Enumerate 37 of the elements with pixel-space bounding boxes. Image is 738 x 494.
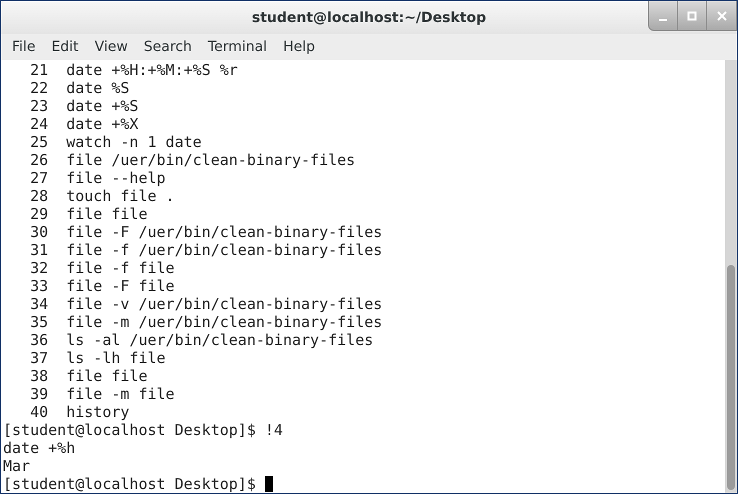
terminal-line: 26 file /uer/bin/clean-binary-files <box>29 151 356 169</box>
shell-prompt: [student@localhost Desktop]$ <box>3 475 257 493</box>
terminal-line: 37 ls -lh file <box>29 349 167 367</box>
terminal-line: 38 file file <box>29 367 148 385</box>
terminal-line: 21 date +%H:+%M:+%S %r <box>29 61 239 79</box>
minimize-icon <box>659 18 667 20</box>
terminal-line: 39 file -m file <box>29 385 176 403</box>
menu-item[interactable]: Search <box>136 39 200 55</box>
terminal-line: 27 file --help <box>29 169 167 187</box>
menu-item[interactable]: Terminal <box>200 39 276 55</box>
terminal-line: 31 file -f /uer/bin/clean-binary-files <box>29 241 384 259</box>
scrollbar-thumb[interactable] <box>727 265 735 490</box>
terminal-line: Mar <box>3 457 32 475</box>
scrollbar[interactable] <box>725 60 737 493</box>
terminal-line: 25 watch -n 1 date <box>29 133 203 151</box>
menu-item[interactable]: View <box>86 39 136 55</box>
menu-item[interactable]: File <box>4 39 44 55</box>
menu-item[interactable]: Edit <box>43 39 87 55</box>
terminal-line: 30 file -F /uer/bin/clean-binary-files <box>29 223 384 241</box>
terminal-line: 32 file -f file <box>29 259 176 277</box>
window-title: student@localhost:~/Desktop <box>252 10 486 26</box>
terminal-line: 23 date +%S <box>29 97 140 115</box>
terminal-line: 28 touch file . <box>29 187 176 205</box>
close-icon <box>716 10 726 20</box>
terminal-line: 24 date +%X <box>29 115 140 133</box>
text-cursor <box>264 476 273 492</box>
terminal-line: 34 file -v /uer/bin/clean-binary-files <box>29 295 384 313</box>
terminal-line: [student@localhost Desktop]$ !4 <box>3 421 284 439</box>
terminal-line: 33 file -F file <box>29 277 176 295</box>
maximize-icon <box>687 10 697 20</box>
terminal-line: 29 file file <box>29 205 148 223</box>
terminal-line: 35 file -m /uer/bin/clean-binary-files <box>29 313 384 331</box>
menu-item[interactable]: Help <box>275 39 323 55</box>
terminal-line: 22 date %S <box>29 79 130 97</box>
terminal-line: date +%h <box>3 439 76 457</box>
terminal-line: 36 ls -al /uer/bin/clean-binary-files <box>29 331 374 349</box>
terminal-line: 40 history <box>29 403 130 421</box>
